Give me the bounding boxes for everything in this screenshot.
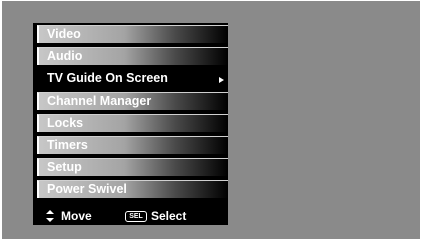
menu-item-label: Video [47,27,81,41]
menu-item-label: Power Swivel [47,182,127,196]
main-menu: Video Audio TV Guide On Screen Channel M… [33,23,228,225]
tv-screen: Video Audio TV Guide On Screen Channel M… [2,1,420,239]
menu-footer: Move SEL Select [37,207,228,225]
menu-item-setup[interactable]: Setup [37,158,228,176]
menu-item-power-swivel[interactable]: Power Swivel [37,180,228,198]
menu-item-label: Setup [47,160,82,174]
move-hint-label: Move [61,209,92,223]
menu-item-label: Audio [47,49,83,63]
menu-item-label: Locks [47,116,84,130]
menu-item-label: Channel Manager [47,94,152,108]
menu-item-locks[interactable]: Locks [37,114,228,132]
sel-button-icon: SEL [125,211,147,222]
submenu-arrow-icon [219,77,224,83]
menu-item-tv-guide-on-screen[interactable]: TV Guide On Screen [37,69,228,87]
menu-item-channel-manager[interactable]: Channel Manager [37,92,228,110]
menu-item-video[interactable]: Video [37,25,228,43]
menu-item-label: TV Guide On Screen [47,71,168,85]
menu-item-audio[interactable]: Audio [37,47,228,65]
menu-item-timers[interactable]: Timers [37,136,228,154]
up-down-arrow-icon [46,210,54,222]
menu-item-label: Timers [47,138,88,152]
select-hint-label: Select [151,209,187,223]
